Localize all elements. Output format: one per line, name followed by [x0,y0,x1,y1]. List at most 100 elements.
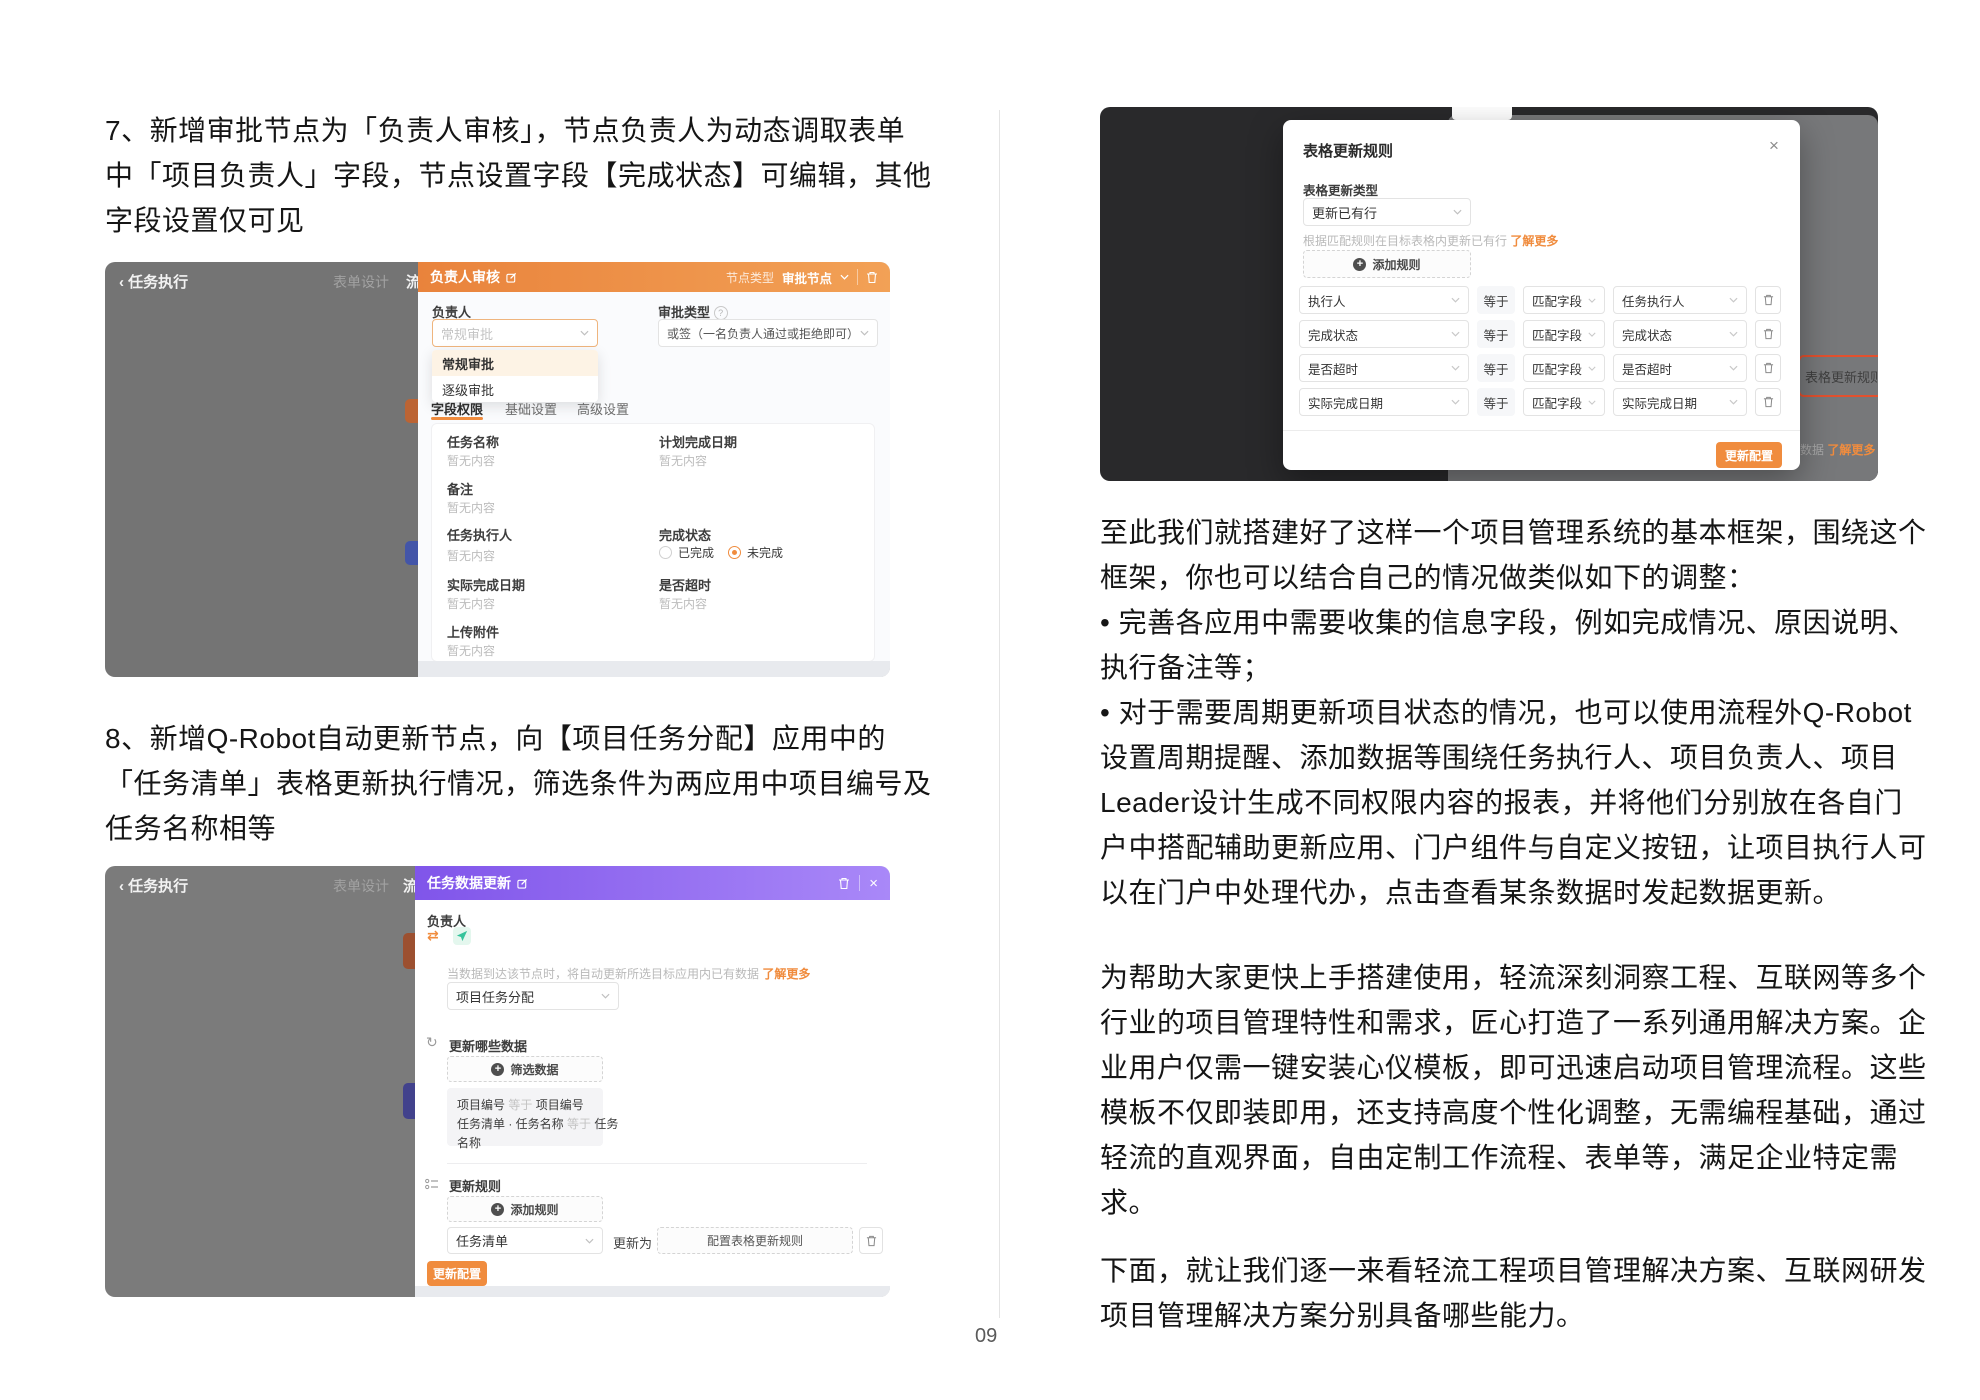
back-chevron-icon[interactable]: ‹ [119,274,124,291]
update-config-button[interactable]: 更新配置 [1716,442,1782,468]
delete-rule-button[interactable] [1755,354,1781,382]
rule-target-select[interactable]: 完成状态 [1613,320,1747,348]
learn-more-link[interactable]: 了解更多 [762,967,810,981]
section-divider [447,1163,867,1164]
rule-target-select[interactable]: 实际完成日期 [1613,388,1747,416]
chevron-down-icon [840,274,849,280]
rule-target-select[interactable]: 是否超时 [1613,354,1747,382]
panel-header: 负责人审核 节点类型 审批节点 [418,262,890,292]
flow-node-sliver-orange [405,399,418,423]
delete-node-icon[interactable] [866,271,878,284]
add-rule-button[interactable]: + 添加规则 [1303,250,1471,278]
rule-target-select[interactable]: 任务执行人 [1613,286,1747,314]
close-icon[interactable]: × [1769,136,1779,156]
chevron-down-icon [1729,297,1738,303]
rule-operator: 等于 [1477,388,1515,416]
add-rule-button[interactable]: + 添加规则 [447,1196,603,1222]
filter-data-button[interactable]: + 筛选数据 [447,1056,603,1082]
update-config-button[interactable]: 更新配置 [427,1261,487,1286]
delete-node-icon[interactable] [838,877,850,890]
tab-basic-settings[interactable]: 基础设置 [505,399,557,418]
node-type-select[interactable]: 审批节点 [782,268,832,287]
delete-rule-button[interactable] [1755,388,1781,416]
page-number: 09 [975,1325,998,1347]
cond-operator: 等于 [508,1098,533,1112]
flow-node-sliver-orange [403,933,415,969]
chevron-down-icon [580,330,589,336]
approve-type-select[interactable]: 或签（一名负责人通过或拒绝即可） [658,319,878,347]
tab-advanced-settings[interactable]: 高级设置 [577,399,629,418]
screenshot-data-update-node: ‹ 任务执行 表单设计 流 任务数据更新 × 负责人 ⇄ 当数据到达该节点时，将… [105,866,890,1297]
body-line: 设置周期提醒、添加数据等围绕任务执行人、项目负责人、项目 [1100,742,1899,773]
close-icon[interactable]: × [869,875,878,892]
rule-match-select[interactable]: 匹配字段 [1523,388,1605,416]
owner-select[interactable]: 常规审批 [432,319,598,347]
back-chevron-icon[interactable]: ‹ [119,878,124,895]
screenshot-approval-node: ‹ 任务执行 表单设计 流 负责人审核 节点类型 审批节点 负责人 常规审批 常… [105,262,890,677]
send-robot-icon[interactable] [453,927,471,945]
right-paragraph-1: 至此我们就搭建好了这样一个项目管理系统的基本框架，围绕这个 框架，你也可以结合自… [1100,510,1927,915]
info-icon: ? [713,306,728,320]
rule-field-select[interactable]: 实际完成日期 [1299,388,1469,416]
rule-field-select[interactable]: 是否超时 [1299,354,1469,382]
radio-not-completed[interactable] [728,546,742,559]
panel-header: 任务数据更新 × [415,866,890,900]
clipped-popup-sliver [1452,107,1512,120]
body-line: 执行备注等； [1100,652,1272,683]
swap-icon[interactable]: ⇄ [427,927,439,944]
table-update-rules-modal: 表格更新规则 × 表格更新类型 更新已有行 根据匹配规则在目标表格内更新已有行 … [1283,120,1800,470]
rule-match-select[interactable]: 匹配字段 [1523,320,1605,348]
configure-table-rule-button[interactable]: 配置表格更新规则 [657,1227,853,1254]
rule-match-select[interactable]: 匹配字段 [1523,354,1605,382]
plus-icon: + [491,1062,505,1076]
field-label: 完成状态 [659,528,712,543]
rule-operator: 等于 [1477,320,1515,348]
body-line: 至此我们就搭建好了这样一个项目管理系统的基本框架，围绕这个 [1100,517,1927,548]
learn-more-link[interactable]: 了解更多 [1510,234,1558,248]
tab-form-design[interactable]: 表单设计 [333,876,389,896]
cond-value: 项目编号 [535,1098,584,1112]
field-label: 备注 [447,482,474,497]
body-line: 以在门户中处理代办，点击查看某条数据时发起数据更新。 [1100,877,1842,908]
learn-more-link[interactable]: 了解更多 [1827,443,1875,457]
column-divider [999,110,1000,1318]
divider [859,875,861,891]
edit-icon[interactable] [506,272,517,283]
rule-field-select[interactable]: 执行人 [1299,286,1469,314]
field-value: 暂无内容 [659,454,708,468]
delete-rule-button[interactable] [1755,320,1781,348]
body-line: 轻流的直观界面，自由定制工作流程、表单等，满足企业特定需 [1100,1142,1899,1173]
filter-conditions-box: 项目编号 等于 项目编号 任务清单 · 任务名称 等于 任务 名称 [447,1088,618,1150]
body-line: 下面，就让我们逐一来看轻流工程项目管理解决方案、互联网研发 [1100,1255,1927,1286]
radio-completed[interactable] [659,546,672,559]
paragraph-8-line: 「任务清单」表格更新执行情况，筛选条件为两应用中项目编号及 [105,768,932,799]
chevron-down-icon [860,330,869,336]
delete-rule-button[interactable] [1755,286,1781,314]
target-app-select[interactable]: 项目任务分配 [447,982,619,1010]
modal-title: 表格更新规则 [1303,143,1394,160]
chevron-down-icon [1729,365,1738,371]
update-type-select[interactable]: 更新已有行 [1303,198,1471,226]
divider [857,269,858,285]
dropdown-option-regular[interactable]: 常规审批 [432,350,598,376]
delete-rule-button[interactable] [859,1227,883,1254]
field-value: 暂无内容 [447,501,496,515]
chevron-down-icon [1588,400,1596,405]
tab-form-design[interactable]: 表单设计 [333,272,389,292]
cond-operator: 等于 [567,1117,592,1131]
right-paragraph-2: 为帮助大家更快上手搭建使用，轻流深刻洞察工程、互联网等多个 行业的项目管理特性和… [1100,955,1927,1225]
body-line: • 对于需要周期更新项目状态的情况，也可以使用流程外Q-Robot [1100,697,1912,728]
rule-field-select[interactable]: 完成状态 [1299,320,1469,348]
tab-field-permission[interactable]: 字段权限 [431,399,483,418]
body-line: 为帮助大家更快上手搭建使用，轻流深刻洞察工程、互联网等多个 [1100,962,1927,993]
paragraph-7-line: 中「项目负责人」字段，节点设置字段【完成状态】可编辑，其他 [105,160,932,191]
paragraph-8-line: 8、新增Q-Robot自动更新节点，向【项目任务分配】应用中的 [105,723,886,754]
rule-match-select[interactable]: 匹配字段 [1523,286,1605,314]
body-line: 户中搭配辅助更新应用、门户组件与自定义按钮，让项目执行人可 [1100,832,1927,863]
edit-icon[interactable] [517,878,528,889]
chevron-down-icon [1453,209,1462,215]
rule-table-select[interactable]: 任务清单 [447,1227,603,1254]
nav-app-title: 任务执行 [128,878,189,895]
plus-icon: + [491,1202,505,1216]
chevron-down-icon [1588,332,1596,337]
